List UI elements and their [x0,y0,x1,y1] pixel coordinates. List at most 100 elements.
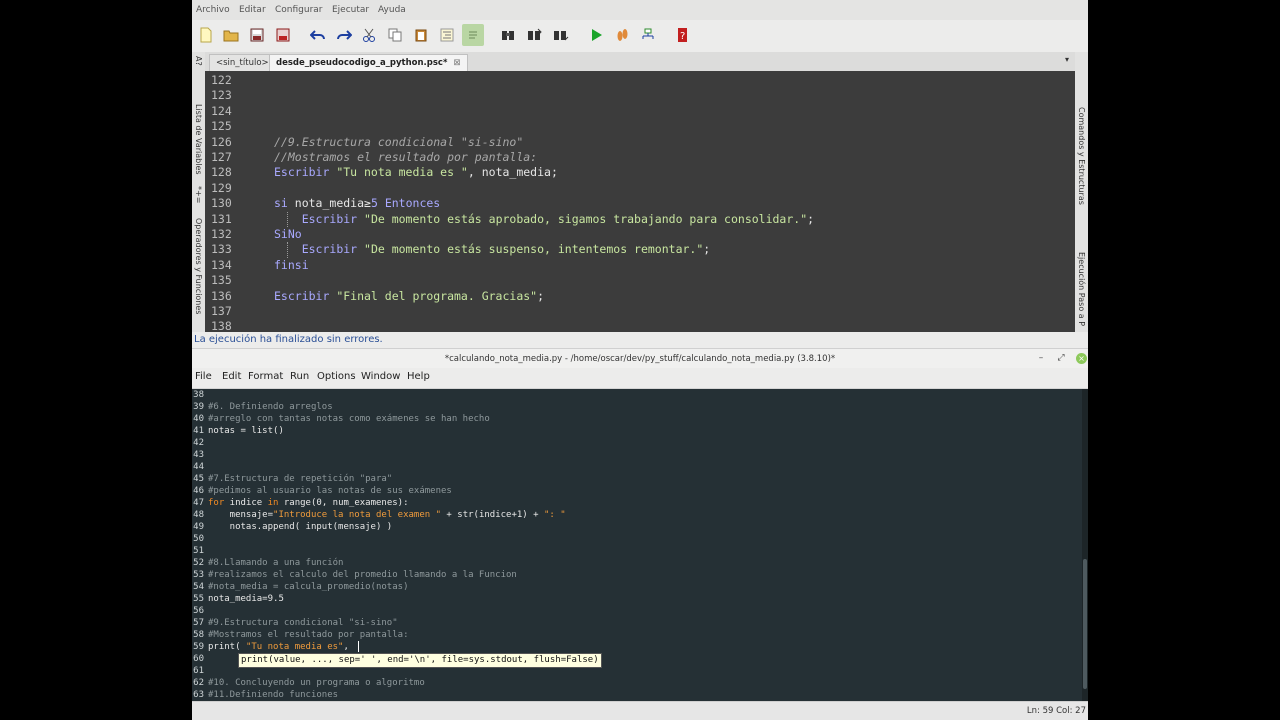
redo-icon[interactable] [333,24,355,46]
paste-icon[interactable] [410,24,432,46]
code-token: ≥ [364,196,371,211]
idle-scrollbar[interactable] [1082,389,1088,701]
line-number: 50 [193,534,204,544]
indent-guide [287,242,288,258]
cut-icon[interactable] [358,24,380,46]
menu-format[interactable]: Format [248,371,283,382]
menu-run[interactable]: Run [290,371,309,382]
code-line: 48 mensaje="Introduce la nota del examen… [192,509,566,521]
tab-desde-pseudocodigo[interactable]: desde_pseudocodigo_a_python.psc* ⊠ [269,54,468,71]
line-number: 133 [211,242,232,257]
code-line: 55 nota_media=9.5 [192,593,284,605]
operators-panel-tab[interactable]: Operadores y Funciones [194,218,203,314]
operators-symbol[interactable]: *+= [194,186,203,203]
code-token: ; [703,242,711,257]
line-number: 44 [193,462,204,472]
code-token: #realizamos el calculo del promedio llam… [208,570,517,580]
code-token: "Tu nota media es " [336,165,468,180]
menu-help[interactable]: Help [407,371,430,382]
code-line: 38 [192,389,204,401]
code-text: #6. Definiendo arreglos [208,401,333,413]
new-file-icon[interactable] [195,24,217,46]
code-line: 44 [192,461,204,473]
maximize-icon[interactable]: ⤢ [1055,353,1067,363]
menu-file[interactable]: File [195,371,212,382]
code-line: 51 [192,545,204,557]
save-as-icon[interactable] [272,24,294,46]
line-number: 128 [211,165,232,180]
code-token: Escribir [274,288,337,303]
menu-window[interactable]: Window [361,371,400,382]
commands-panel-tab[interactable]: Comandos y Estructuras [1077,107,1086,205]
code-line: 129 [205,181,241,196]
idle-window-title: *calculando_nota_media.py - /home/oscar/… [444,354,836,364]
variables-panel-tab[interactable]: Lista de Variables [194,104,203,175]
close-icon[interactable]: × [1076,353,1087,364]
line-number: 52 [193,558,204,568]
calltip-tooltip: print(value, ..., sep=' ', end='\n', fil… [238,653,602,668]
menu-options[interactable]: Options [317,371,356,382]
code-line: 131 Escribir "De momento estás aprobado,… [205,212,814,227]
code-line: 39 #6. Definiendo arreglos [192,401,332,413]
copy-icon[interactable] [384,24,406,46]
run-icon[interactable] [585,24,607,46]
tab-menu-arrow-icon[interactable]: ▾ [1065,55,1069,64]
pseint-code-editor[interactable]: 122 123 124 125 126 //9.Estructura condiciona… [205,71,1075,332]
line-number: 124 [211,103,232,118]
save-icon[interactable] [246,24,268,46]
tab-untitled[interactable]: <sin_título> [209,54,276,71]
code-token: #arreglo con tantas notas como exámenes … [208,414,490,424]
code-text: #Mostramos el resultado por pantalla: [208,629,408,641]
line-number: 47 [193,498,204,508]
line-number: 43 [193,450,204,460]
code-text: #9.Estructura condicional "si-sino" [208,617,398,629]
line-number: 53 [193,570,204,580]
code-token: Entonces [377,196,441,211]
code-token: print( [208,642,246,652]
code-token: + str(indice+1) + [441,510,544,520]
minimize-icon[interactable]: – [1035,353,1047,363]
code-line: 137 [205,304,241,319]
tab-close-icon[interactable]: ⊠ [453,58,460,68]
step-by-step-icon[interactable] [611,24,633,46]
code-token: Escribir [274,165,337,180]
replace-icon[interactable] [550,24,572,46]
code-text: si nota_media≥5 Entonces [274,196,440,211]
code-token: //Mostramos el resultado por pantalla: [274,150,538,164]
help-icon[interactable]: ? [672,24,694,46]
menu-editar[interactable]: Editar [239,5,266,15]
step-execution-panel-tab[interactable]: Ejecución Paso a P [1077,252,1086,326]
code-line: 47 for indice in range(0, num_examenes): [192,497,408,509]
code-line: 125 [205,119,241,134]
line-number: 130 [211,196,232,211]
code-token: "De momento estás aprobado, sigamos trab… [364,211,808,226]
undo-icon[interactable] [307,24,329,46]
find-next-icon[interactable] [524,24,546,46]
scrollbar-thumb[interactable] [1083,559,1087,689]
code-line: 56 [192,605,204,617]
menu-archivo[interactable]: Archivo [196,5,230,15]
flowchart-icon[interactable] [637,24,659,46]
line-number: 57 [193,618,204,628]
code-text: #arreglo con tantas notas como exámenes … [208,413,490,425]
line-number: 61 [193,666,204,676]
menu-ayuda[interactable]: Ayuda [378,5,406,15]
code-token: ; [537,288,545,303]
code-line: 46 #pedimos al usuario las notas de sus e… [192,485,452,497]
code-line: 45 #7.Estructura de repetición "para" [192,473,392,485]
menu-ejecutar[interactable]: Ejecutar [332,5,369,15]
find-icon[interactable] [498,24,520,46]
code-token: finsi [274,257,309,272]
variables-symbol[interactable]: A? [194,56,203,66]
code-text: Escribir "Final del programa. Gracias"; [274,289,544,304]
svg-text:?: ? [680,31,685,42]
code-token: #nota_media = calcula_promedio(notas) [208,582,409,592]
indent-icon[interactable] [436,24,458,46]
code-line: 62 #10. Concluyendo un programa o algorit… [192,677,425,689]
open-folder-icon[interactable] [220,24,242,46]
code-token: mensaje= [208,510,274,520]
menu-configurar[interactable]: Configurar [275,5,323,15]
menu-edit[interactable]: Edit [222,371,241,382]
line-number: 49 [193,522,204,532]
comment-icon[interactable] [462,24,484,46]
